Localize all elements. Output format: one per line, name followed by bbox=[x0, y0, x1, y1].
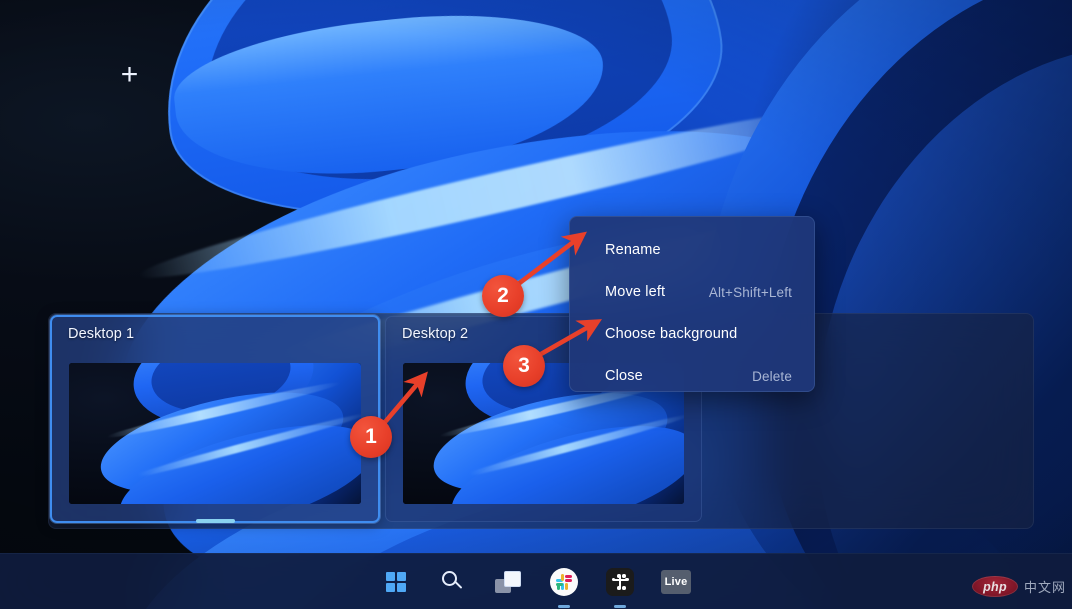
slack-button[interactable] bbox=[547, 565, 581, 599]
search-icon bbox=[440, 570, 464, 594]
slack-icon bbox=[550, 568, 578, 596]
task-view-icon bbox=[495, 571, 521, 593]
context-menu-item-choose-background-label: Choose background bbox=[605, 326, 737, 342]
watermark-suffix: 中文网 bbox=[1024, 577, 1066, 596]
start-icon bbox=[386, 572, 407, 593]
daw-icon bbox=[606, 568, 634, 596]
start-button[interactable] bbox=[379, 565, 413, 599]
context-menu-item-choose-background[interactable]: Choose background bbox=[570, 313, 814, 355]
annotation-marker-2: 2 bbox=[482, 275, 524, 317]
context-menu-item-rename-label: Rename bbox=[605, 242, 661, 258]
daw-running-indicator bbox=[614, 605, 626, 608]
watermark: php 中文网 bbox=[972, 576, 1066, 597]
context-menu-item-rename[interactable]: Rename bbox=[570, 229, 814, 271]
desktop-context-menu: Rename Move left Alt+Shift+Left Choose b… bbox=[569, 216, 815, 392]
context-menu-item-close-label: Close bbox=[605, 368, 643, 384]
live-button[interactable]: Live bbox=[659, 565, 693, 599]
watermark-php-badge: php bbox=[972, 576, 1018, 597]
desktop-1-label: Desktop 1 bbox=[68, 326, 134, 342]
task-view-button[interactable] bbox=[491, 565, 525, 599]
desktop-tile-1[interactable]: Desktop 1 bbox=[50, 315, 380, 523]
context-menu-item-close-accelerator: Delete bbox=[752, 369, 792, 384]
desktop-1-thumbnail bbox=[69, 363, 361, 504]
search-button[interactable] bbox=[435, 565, 469, 599]
live-icon: Live bbox=[661, 570, 691, 594]
annotation-marker-3: 3 bbox=[503, 345, 545, 387]
slack-running-indicator bbox=[558, 605, 570, 608]
desktop-2-label: Desktop 2 bbox=[402, 326, 468, 342]
context-menu-item-move-left-accelerator: Alt+Shift+Left bbox=[709, 285, 792, 300]
annotation-marker-1: 1 bbox=[350, 416, 392, 458]
daw-button[interactable] bbox=[603, 565, 637, 599]
taskbar-icon-group: Live bbox=[379, 554, 693, 609]
plus-icon: + bbox=[121, 60, 139, 90]
context-menu-item-close[interactable]: Close Delete bbox=[570, 355, 814, 397]
taskbar: Live bbox=[0, 553, 1072, 609]
screen: Desktop 1 Desktop 2 bbox=[0, 0, 1072, 609]
active-desktop-indicator bbox=[196, 519, 235, 523]
context-menu-item-move-left[interactable]: Move left Alt+Shift+Left bbox=[570, 271, 814, 313]
context-menu-item-move-left-label: Move left bbox=[605, 284, 665, 300]
